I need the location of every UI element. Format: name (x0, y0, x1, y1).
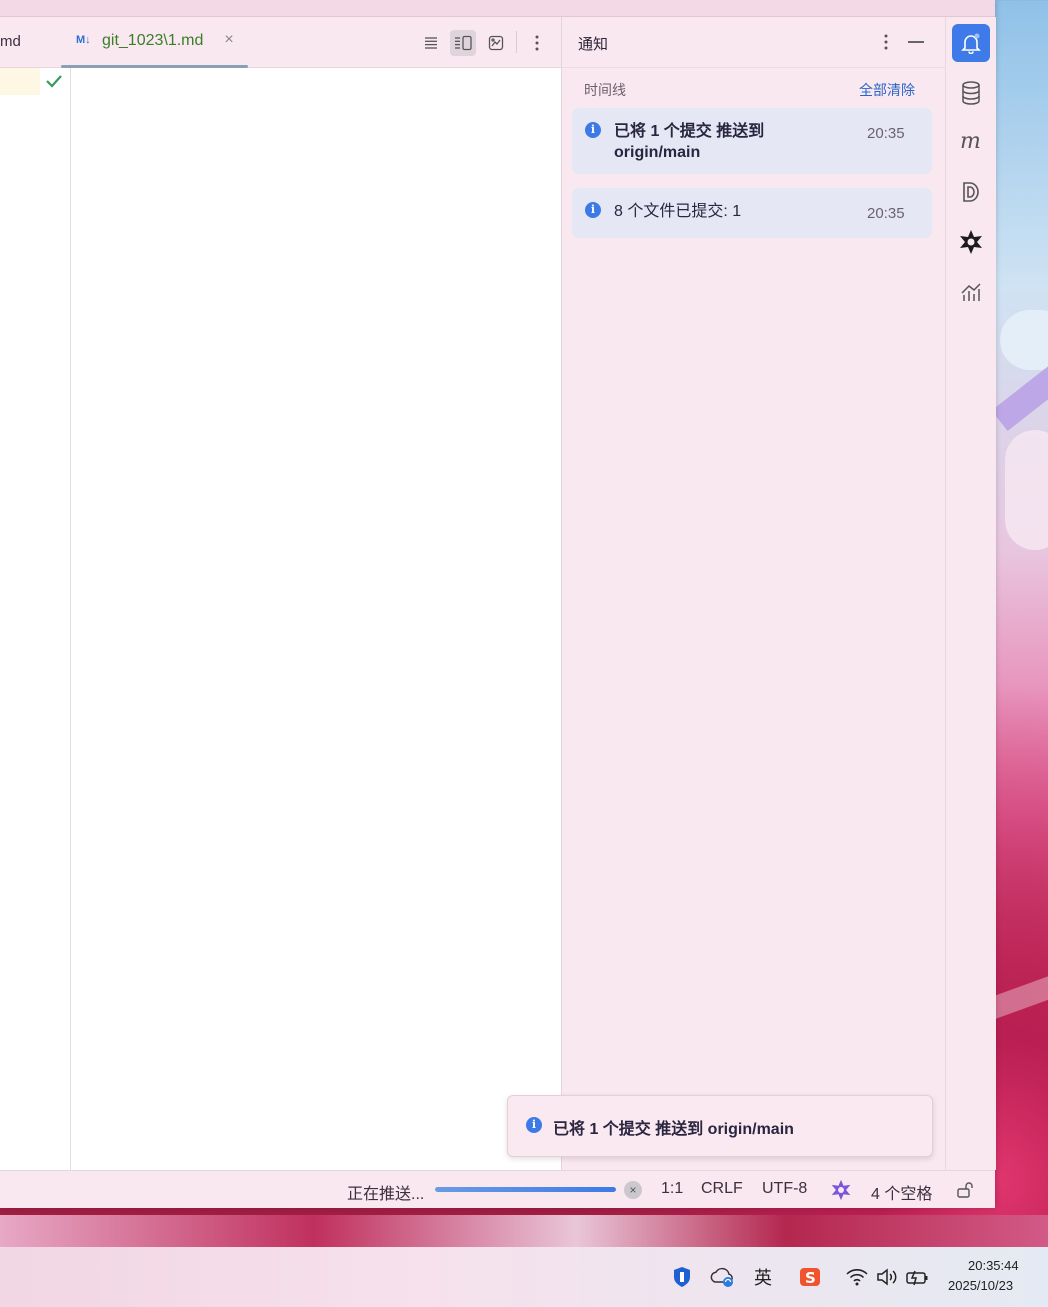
indent-selector[interactable]: 4 个空格 (871, 1180, 932, 1204)
line-ending-selector[interactable]: CRLF (701, 1180, 743, 1198)
profiler-tool-button[interactable] (952, 273, 990, 311)
d-plugin-tool-button[interactable] (952, 173, 990, 211)
database-icon (962, 81, 980, 105)
cloud-sync-icon (710, 1267, 733, 1287)
progress-label[interactable]: 正在推送... (347, 1180, 424, 1204)
caret-position[interactable]: 1:1 (661, 1180, 683, 1198)
image-preview-icon (488, 35, 504, 51)
unlock-icon[interactable] (956, 1181, 974, 1199)
wallpaper-cloud (1000, 310, 1048, 370)
notifications-header: 通知 (562, 17, 945, 68)
ai-assistant-status-icon[interactable] (830, 1179, 852, 1201)
bell-icon (961, 33, 981, 54)
ai-assistant-icon (960, 230, 982, 254)
info-icon: i (526, 1117, 542, 1133)
chart-lines-icon (961, 283, 981, 301)
tab-previous-file[interactable]: md (0, 33, 21, 50)
editor-only-view-button[interactable] (418, 30, 444, 56)
wallpaper-cloud (1005, 430, 1048, 550)
markdown-icon: M↓ (76, 34, 91, 46)
battery-tray-icon[interactable] (903, 1265, 931, 1289)
ai-assistant-tool-button[interactable] (952, 223, 990, 261)
wifi-icon (846, 1269, 868, 1286)
maven-tool-button[interactable]: m (952, 123, 990, 161)
lines-icon (425, 37, 437, 49)
tab-active-indicator (61, 65, 248, 68)
current-line-highlight (0, 68, 40, 95)
tab-label: git_1023\1.md (102, 32, 204, 49)
speaker-icon (877, 1268, 897, 1286)
clock-time[interactable]: 20:35:44 (968, 1258, 1019, 1273)
wifi-tray-icon[interactable] (843, 1265, 871, 1289)
timeline-label: 时间线 (584, 82, 626, 98)
svg-text:m: m (960, 132, 981, 152)
volume-tray-icon[interactable] (873, 1265, 901, 1289)
d-letter-icon (963, 182, 979, 202)
toast-text: 已将 1 个提交 推送到 origin/main (553, 1121, 794, 1138)
info-icon: i (585, 202, 601, 218)
sogou-input-icon: S (800, 1268, 820, 1287)
tab-active-file[interactable]: M↓ git_1023\1.md × (61, 17, 248, 68)
svg-text:S: S (805, 1269, 816, 1287)
check-icon (46, 75, 62, 88)
right-tool-bar: m (945, 17, 996, 1170)
more-vertical-icon (535, 35, 539, 51)
clock-date[interactable]: 2025/10/23 (948, 1278, 1013, 1293)
editor-more-button[interactable] (524, 30, 550, 56)
split-view-button[interactable] (450, 30, 476, 56)
notification-toast[interactable]: i 已将 1 个提交 推送到 origin/main (507, 1095, 933, 1157)
status-bar: 正在推送... × 1:1 CRLF UTF-8 4 个空格 (0, 1170, 995, 1208)
taskbar: 英 S 20:35:44 2025/10/23 (0, 1247, 1048, 1307)
toolbar-separator (516, 31, 517, 53)
preview-only-button[interactable] (483, 30, 509, 56)
minimize-icon[interactable] (908, 41, 924, 43)
notifications-panel: 通知 时间线 全部清除 i 已将 1 个提交 推送到 origin/main 2… (562, 17, 945, 1170)
info-icon: i (585, 122, 601, 138)
notification-time: 20:35 (867, 205, 905, 222)
split-view-icon (455, 35, 472, 51)
clear-all-link[interactable]: 全部清除 (859, 80, 915, 100)
close-icon[interactable]: × (221, 31, 237, 49)
editor-tab-bar: md M↓ git_1023\1.md × (0, 17, 561, 68)
cancel-progress-button[interactable]: × (624, 1181, 642, 1199)
encoding-selector[interactable]: UTF-8 (762, 1180, 807, 1198)
notification-text: 8 个文件已提交: 1 (614, 203, 742, 220)
notification-text: 已将 1 个提交 推送到 origin/main (614, 123, 765, 161)
maven-icon: m (960, 132, 981, 152)
database-tool-button[interactable] (952, 74, 990, 112)
editor-area: md M↓ git_1023\1.md × (0, 17, 562, 1170)
more-vertical-icon[interactable] (878, 30, 894, 54)
battery-charging-icon (906, 1270, 928, 1286)
panel-title: 通知 (578, 36, 609, 53)
wallpaper-ribbon (991, 355, 1048, 431)
ide-window: md M↓ git_1023\1.md × 通知 时间线 全部清除 i 已将 1… (0, 0, 996, 1208)
push-progress-bar (435, 1187, 616, 1192)
security-tray-icon[interactable] (670, 1265, 694, 1289)
notifications-tool-button[interactable] (952, 24, 990, 62)
notification-card[interactable]: i 已将 1 个提交 推送到 origin/main 20:35 (572, 108, 932, 174)
notification-card[interactable]: i 8 个文件已提交: 1 20:35 (572, 188, 932, 238)
progress-fill (435, 1187, 616, 1192)
shield-icon (674, 1267, 690, 1287)
cloud-sync-tray-icon[interactable] (708, 1265, 736, 1289)
ime-indicator[interactable]: 英 (750, 1265, 776, 1289)
sogou-tray-icon[interactable]: S (797, 1265, 823, 1289)
title-bar (0, 0, 995, 17)
wallpaper-band (0, 1215, 1048, 1247)
editor-gutter (0, 68, 71, 1170)
notification-time: 20:35 (867, 125, 905, 142)
